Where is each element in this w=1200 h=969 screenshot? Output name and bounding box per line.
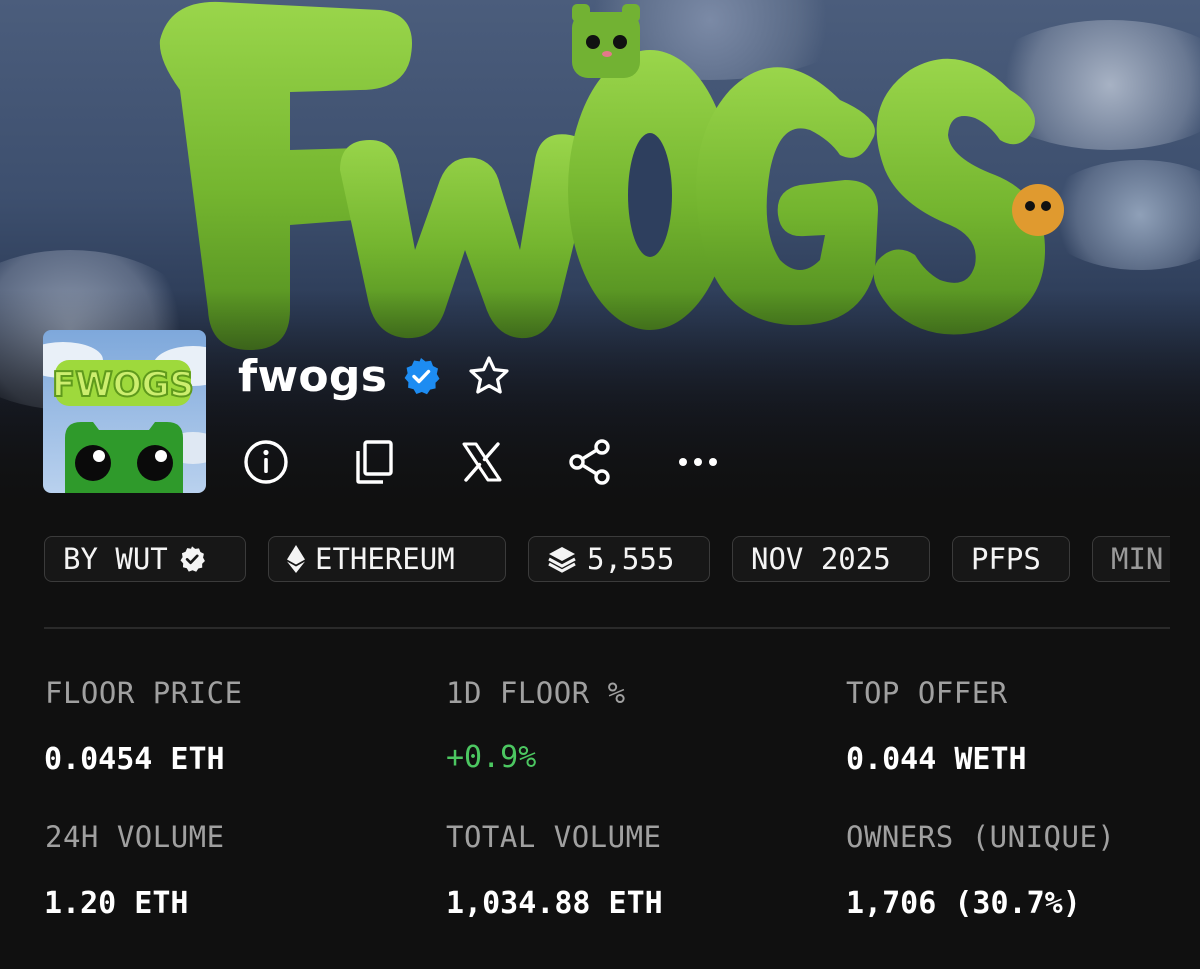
stat-floor-price-label: FLOOR PRICE: [45, 676, 243, 710]
collection-avatar: FWOGS: [43, 330, 206, 493]
x-logo-icon: [462, 442, 502, 482]
more-icon: [679, 458, 717, 466]
collection-name: fwogs: [238, 350, 388, 402]
verified-badge-icon: [404, 358, 440, 395]
avatar-image: FWOGS: [43, 330, 206, 493]
stat-owners-value: 1,706 (30.7%): [846, 886, 1081, 921]
tag-label: NOV 2025: [751, 542, 891, 576]
tag-label: PFPS: [971, 542, 1041, 576]
verified-icon: [180, 546, 205, 572]
ethereum-icon: [287, 545, 305, 573]
stat-24h-volume-value: 1.20 ETH: [44, 886, 189, 921]
stat-total-volume-label: TOTAL VOLUME: [446, 820, 662, 854]
tag-chain[interactable]: ETHEREUM: [268, 536, 506, 582]
collection-title-row: fwogs: [238, 346, 511, 406]
x-link-button[interactable]: [458, 438, 506, 486]
copy-button[interactable]: [350, 438, 398, 486]
tag-supply[interactable]: 5,555: [528, 536, 710, 582]
collection-tags: BY WUT ETHEREUM 5,555 NOV 2025 PFPS MIN: [44, 536, 1170, 584]
stat-1d-floor-value: +0.9%: [446, 740, 537, 775]
tag-label: ETHEREUM: [315, 542, 455, 576]
tag-date[interactable]: NOV 2025: [732, 536, 930, 582]
stat-total-volume-value: 1,034.88 ETH: [446, 886, 663, 921]
share-icon: [569, 439, 610, 485]
stat-top-offer-value: 0.044 WETH: [846, 742, 1027, 777]
stat-24h-volume-label: 24H VOLUME: [45, 820, 225, 854]
tag-label: 5,555: [587, 542, 675, 576]
stat-floor-price-value: 0.0454 ETH: [44, 742, 225, 777]
stat-owners-label: OWNERS (UNIQUE): [846, 820, 1116, 854]
stat-top-offer-label: TOP OFFER: [846, 676, 1008, 710]
tag-label: BY WUT: [63, 542, 168, 576]
share-button[interactable]: [566, 438, 614, 486]
stat-1d-floor-label: 1D FLOOR %: [446, 676, 626, 710]
tag-overflow[interactable]: MIN: [1092, 536, 1170, 582]
avatar-logo-text: FWOGS: [52, 365, 194, 405]
copy-icon: [356, 440, 393, 484]
info-button[interactable]: [242, 438, 290, 486]
layers-icon: [548, 547, 576, 573]
info-icon: [244, 440, 288, 484]
star-icon[interactable]: [467, 354, 511, 398]
divider: [44, 627, 1170, 629]
tag-category[interactable]: PFPS: [952, 536, 1070, 582]
more-options-button[interactable]: [674, 438, 722, 486]
tag-creator[interactable]: BY WUT: [44, 536, 246, 582]
tag-label: MIN: [1111, 542, 1164, 576]
